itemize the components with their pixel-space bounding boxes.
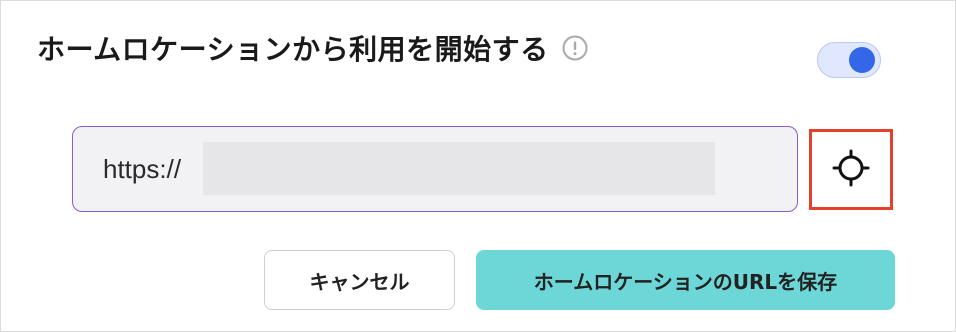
page-title: ホームロケーションから利用を開始する bbox=[37, 33, 549, 66]
url-input[interactable]: https:// bbox=[72, 126, 798, 212]
url-input-value: https:// bbox=[103, 153, 182, 184]
toggle-knob bbox=[849, 47, 875, 73]
crosshair-icon bbox=[831, 148, 871, 192]
header: ホームロケーションから利用を開始する bbox=[37, 28, 589, 68]
cancel-button[interactable]: キャンセル bbox=[264, 250, 455, 310]
url-redacted-area bbox=[203, 142, 715, 195]
home-location-panel: ホームロケーションから利用を開始する https:// キャンセル ホームロケー… bbox=[0, 0, 956, 332]
info-circle-icon[interactable] bbox=[561, 34, 589, 62]
home-location-toggle[interactable] bbox=[817, 42, 881, 78]
use-current-location-button[interactable] bbox=[809, 129, 893, 210]
save-home-location-url-button[interactable]: ホームロケーションのURLを保存 bbox=[476, 250, 895, 310]
